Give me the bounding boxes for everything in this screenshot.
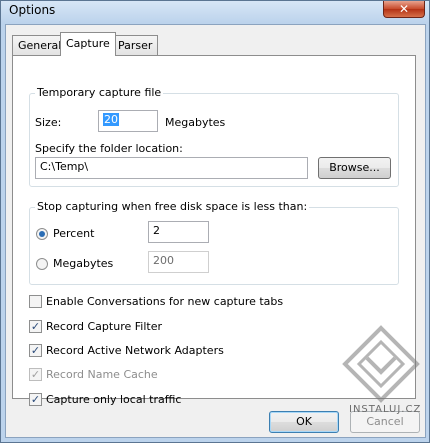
checkmark-icon: ✓ <box>30 368 41 381</box>
size-input-value: 20 <box>103 113 119 126</box>
ok-button[interactable]: OK <box>269 411 339 433</box>
close-icon: ✕ <box>398 2 410 16</box>
megabytes-radio-label: Megabytes <box>53 257 114 270</box>
capture-local-traffic-label: Capture only local traffic <box>46 393 182 406</box>
record-network-adapters-checkbox[interactable]: ✓ <box>29 344 42 357</box>
record-name-cache-label: Record Name Cache <box>46 368 158 381</box>
record-capture-filter-label: Record Capture Filter <box>46 320 162 333</box>
close-button[interactable]: ✕ <box>383 1 425 18</box>
record-network-adapters-label: Record Active Network Adapters <box>46 344 224 357</box>
title-bar[interactable]: Options ✕ <box>1 1 429 21</box>
percent-input[interactable]: 2 <box>148 221 209 243</box>
capture-local-traffic-checkbox[interactable]: ✓ <box>29 393 42 406</box>
percent-radio[interactable] <box>36 228 48 240</box>
folder-location-label: Specify the folder location: <box>35 142 183 155</box>
stop-capture-group-label: Stop capturing when free disk space is l… <box>35 200 310 213</box>
enable-conversations-label: Enable Conversations for new capture tab… <box>46 295 284 308</box>
options-dialog: Options ✕ General Capture Parser Tempora… <box>0 0 430 443</box>
browse-button[interactable]: Browse... <box>318 157 391 179</box>
tab-parser-label: Parser <box>118 39 153 52</box>
record-name-cache-checkbox[interactable]: ✓ <box>29 368 42 381</box>
size-label: Size: <box>35 116 62 129</box>
megabytes-radio[interactable] <box>36 258 48 270</box>
folder-location-input[interactable]: C:\Temp\ <box>35 157 308 179</box>
enable-conversations-checkbox[interactable] <box>29 295 42 308</box>
checkmark-icon: ✓ <box>30 344 41 357</box>
temp-file-group: Temporary capture file Size: 20 Megabyte… <box>29 86 399 187</box>
percent-radio-label: Percent <box>53 227 95 240</box>
megabytes-input-value: 200 <box>153 254 174 267</box>
tab-parser[interactable]: Parser <box>112 35 159 55</box>
size-input[interactable]: 20 <box>98 110 158 132</box>
window-title: Options <box>9 3 56 17</box>
watermark-text: INSTALUJ.CZ <box>349 404 422 415</box>
percent-input-value: 2 <box>153 224 160 237</box>
checkmark-icon: ✓ <box>30 393 41 406</box>
temp-file-group-label: Temporary capture file <box>35 86 164 99</box>
tab-capture-label: Capture <box>66 37 110 50</box>
stop-capture-group: Stop capturing when free disk space is l… <box>29 200 399 285</box>
tab-capture[interactable]: Capture <box>60 32 116 56</box>
folder-location-value: C:\Temp\ <box>40 160 89 173</box>
record-capture-filter-checkbox[interactable]: ✓ <box>29 320 42 333</box>
checkmark-icon: ✓ <box>30 320 41 333</box>
size-unit-label: Megabytes <box>165 116 226 129</box>
tab-general-label: General <box>18 39 62 52</box>
megabytes-input[interactable]: 200 <box>148 251 209 273</box>
